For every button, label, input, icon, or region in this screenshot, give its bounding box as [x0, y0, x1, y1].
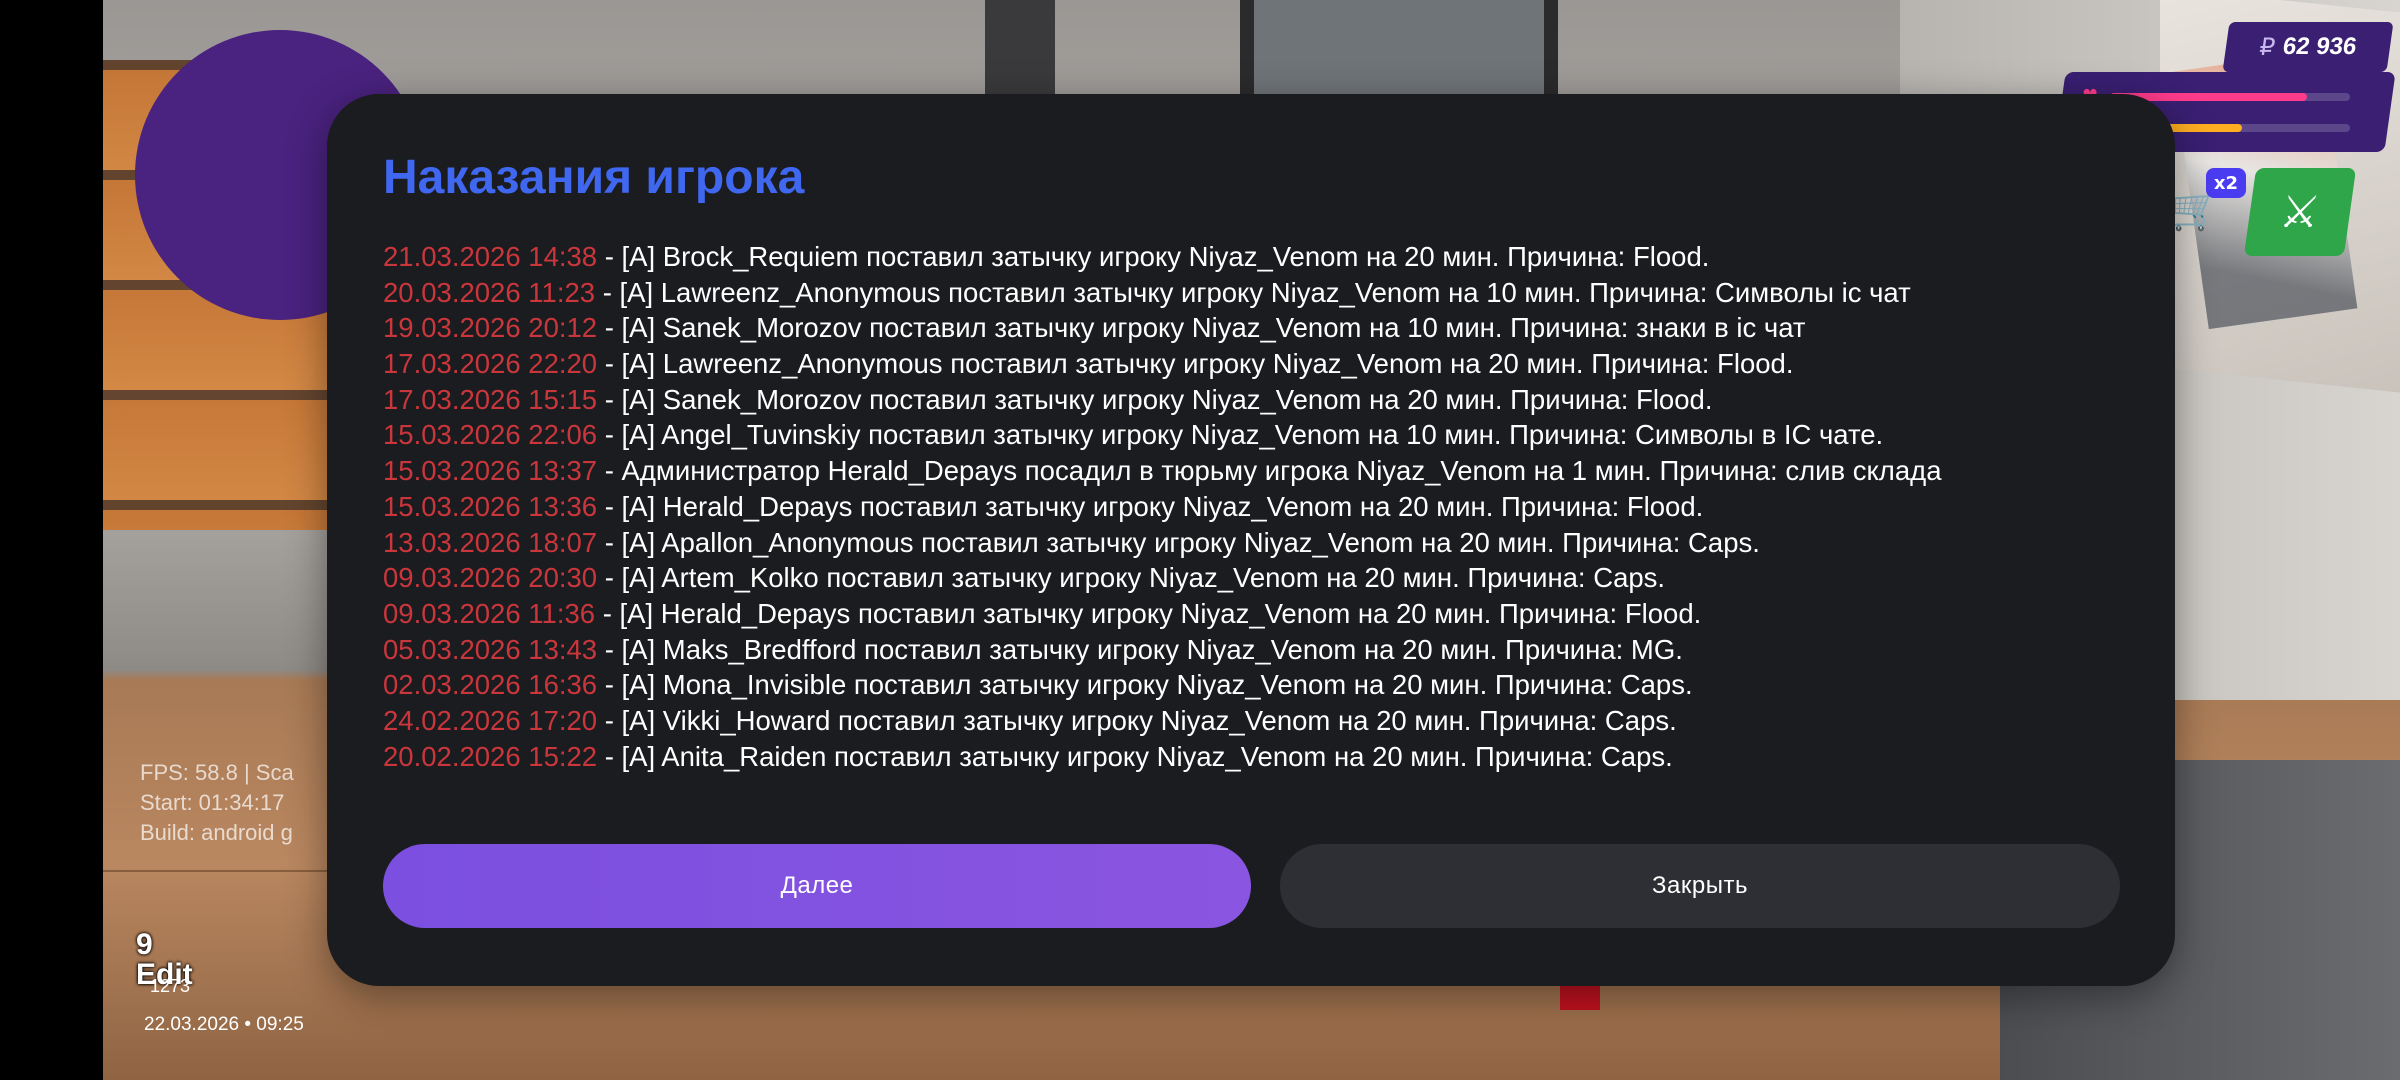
log-entry-date: 19.03.2026 20:12 — [383, 312, 598, 344]
log-entry-text: - [A] Lawreenz_Anonymous поставил затычк… — [597, 348, 1794, 380]
fps-line: FPS: 58.8 | Sca — [140, 760, 294, 785]
punishment-log: 21.03.2026 14:38 - [A] Brock_Requiem пос… — [383, 239, 2143, 774]
close-button[interactable]: Закрыть — [1280, 844, 2120, 928]
log-entry-date: 17.03.2026 15:15 — [383, 383, 598, 415]
log-entry-date: 17.03.2026 22:20 — [383, 348, 598, 380]
log-entry-text: - [A] Brock_Requiem поставил затычку игр… — [597, 241, 1710, 272]
log-entry-text: - [A] Mona_Invisible поставил затычку иг… — [597, 669, 1693, 701]
log-entry-date: 13.03.2026 18:07 — [383, 526, 598, 558]
date-time: 22.03.2026 • 09:25 — [144, 1014, 304, 1035]
start-line: Start: 01:34:17 — [140, 790, 285, 815]
log-entry-text: - [A] Maks_Bredfford поставил затычку иг… — [597, 633, 1683, 665]
log-entry: 05.03.2026 13:43 - [A] Maks_Bredfford по… — [383, 632, 2143, 668]
log-entry-date: 09.03.2026 11:36 — [383, 597, 596, 629]
weapon-slot-button[interactable]: ⚔ — [2243, 168, 2357, 256]
log-entry-text: - [A] Anita_Raiden поставил затычку игро… — [597, 740, 1673, 772]
log-entry-text: - [A] Apallon_Anonymous поставил затычку… — [597, 526, 1760, 558]
log-entry: 02.03.2026 16:36 - [A] Mona_Invisible по… — [383, 667, 2143, 703]
debug-info: FPS: 58.8 | Sca Start: 01:34:17 Build: a… — [140, 758, 294, 848]
log-entry: 17.03.2026 22:20 - [A] Lawreenz_Anonymou… — [383, 346, 2143, 382]
log-entry: 15.03.2026 13:36 - [A] Herald_Depays пос… — [383, 489, 2143, 525]
log-entry: 24.02.2026 17:20 - [A] Vikki_Howard пост… — [383, 703, 2143, 739]
log-entry-date: 15.03.2026 13:37 — [383, 455, 598, 487]
log-entry-date: 09.03.2026 20:30 — [383, 562, 598, 594]
log-entry: 19.03.2026 20:12 - [A] Sanek_Morozov пос… — [383, 310, 2143, 346]
log-entry-text: - [A] Vikki_Howard поставил затычку игро… — [597, 704, 1677, 736]
next-button[interactable]: Далее — [383, 844, 1251, 928]
log-entry-text: - [A] Lawreenz_Anonymous поставил затычк… — [595, 276, 1911, 308]
log-entry: 15.03.2026 22:06 - [A] Angel_Tuvinskiy п… — [383, 417, 2143, 453]
game-screen: ₽ 62 936 ♥ 🛒 x2 ⚔ FPS: 58.8 | Sca Start:… — [0, 0, 2400, 1080]
log-entry: 20.02.2026 15:22 - [A] Anita_Raiden пост… — [383, 739, 2143, 775]
build-line: Build: android g — [140, 820, 293, 845]
log-entry-date: 20.02.2026 15:22 — [383, 740, 598, 772]
log-entry-date: 15.03.2026 13:36 — [383, 490, 598, 522]
punishments-dialog: Наказания игрока 21.03.2026 14:38 - [A] … — [327, 94, 2175, 986]
log-entry-text: - [A] Angel_Tuvinskiy поставил затычку и… — [597, 419, 1884, 451]
log-entry-text: - [A] Herald_Depays поставил затычку игр… — [597, 490, 1704, 522]
edit-sub-value: 1273 — [150, 976, 191, 996]
log-entry-text: - [A] Sanek_Morozov поставил затычку игр… — [597, 312, 1806, 344]
log-entry: 09.03.2026 20:30 - [A] Artem_Kolko поста… — [383, 560, 2143, 596]
log-entry: 09.03.2026 11:36 - [A] Herald_Depays пос… — [383, 596, 2143, 632]
log-entry-date: 15.03.2026 22:06 — [383, 419, 598, 451]
log-entry-text: - [A] Sanek_Morozov поставил затычку игр… — [597, 383, 1713, 415]
log-entry-date: 24.02.2026 17:20 — [383, 704, 598, 736]
log-entry-date: 20.03.2026 11:23 — [383, 276, 596, 308]
rifle-icon: ⚔ — [2276, 186, 2324, 238]
money-display: ₽ 62 936 — [2222, 22, 2394, 72]
log-entry-text: - [A] Artem_Kolko поставил затычку игрок… — [597, 562, 1666, 594]
log-entry-text: - [A] Herald_Depays поставил затычку игр… — [595, 597, 1702, 629]
log-entry-date: 02.03.2026 16:36 — [383, 669, 598, 701]
edit-number: 9 — [136, 928, 153, 961]
x2-badge: x2 — [2206, 168, 2246, 198]
log-entry-date: 05.03.2026 13:43 — [383, 633, 598, 665]
log-entry: 15.03.2026 13:37 - Администратор Herald_… — [383, 453, 2143, 489]
money-value: 62 936 — [2281, 33, 2359, 60]
log-entry-date: 21.03.2026 14:38 — [383, 241, 598, 272]
ruble-icon: ₽ — [2257, 33, 2277, 61]
log-entry: 13.03.2026 18:07 - [A] Apallon_Anonymous… — [383, 525, 2143, 561]
log-entry: 21.03.2026 14:38 - [A] Brock_Requiem пос… — [383, 239, 2143, 275]
dialog-title: Наказания игрока — [383, 151, 805, 204]
log-entry: 17.03.2026 15:15 - [A] Sanek_Morozov пос… — [383, 382, 2143, 418]
log-entry: 20.03.2026 11:23 - [A] Lawreenz_Anonymou… — [383, 275, 2143, 311]
log-entry-text: - Администратор Herald_Depays посадил в … — [597, 455, 1942, 487]
